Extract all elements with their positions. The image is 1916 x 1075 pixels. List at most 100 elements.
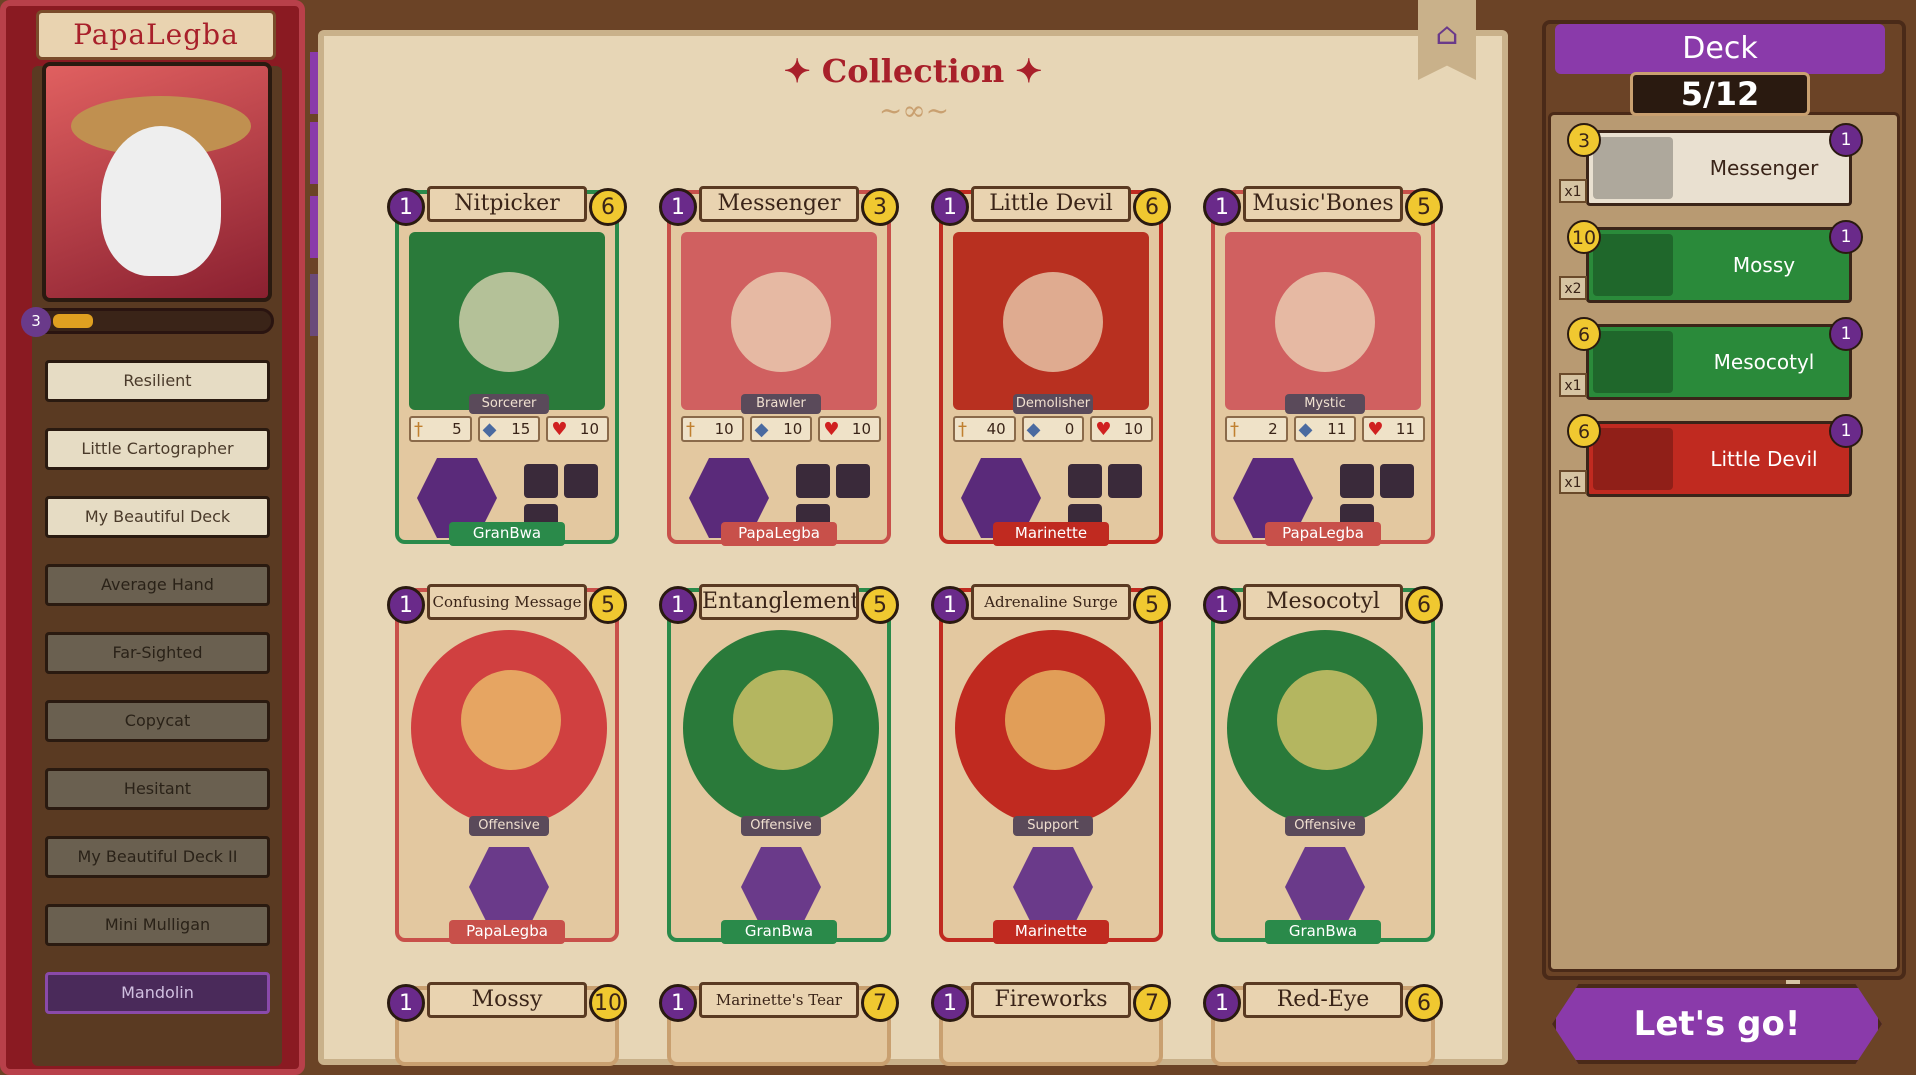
- card-level-badge: 10: [589, 984, 627, 1022]
- card-cost-badge: 1: [1203, 188, 1241, 226]
- card-owner: GranBwa: [1265, 920, 1381, 944]
- card-name: Confusing Message: [427, 584, 587, 620]
- collection-card[interactable]: Messenger 1 3 Brawler † 10 ◆ 10 ♥ 10 PapaLegba: [659, 186, 899, 546]
- player-portrait: [42, 62, 272, 302]
- sword-icon: †: [958, 419, 967, 440]
- collection-card[interactable]: Red-Eye 1 6: [1203, 982, 1443, 1066]
- deck-entry-level: 1: [1829, 317, 1863, 351]
- card-cost-badge: 1: [387, 586, 425, 624]
- card-art: [409, 232, 605, 410]
- card-name: Adrenaline Surge: [971, 584, 1131, 620]
- card-art: [1227, 630, 1423, 826]
- deck-preset-button[interactable]: My Beautiful Deck: [45, 496, 270, 538]
- deck-preset-button[interactable]: Average Hand: [45, 564, 270, 606]
- collection-card[interactable]: Marinette's Tear 1 7: [659, 982, 899, 1066]
- collection-card[interactable]: Nitpicker 1 6 Sorcerer † 5 ◆ 15 ♥ 10 GranBwa: [387, 186, 627, 546]
- card-owner: Marinette: [993, 920, 1109, 944]
- deck-entry[interactable]: Messenger 3 1 x1: [1559, 123, 1863, 206]
- sword-icon: †: [414, 419, 423, 440]
- collection-card[interactable]: Mesocotyl 1 6 Offensive GranBwa: [1203, 584, 1443, 944]
- card-name: Marinette's Tear: [699, 982, 859, 1018]
- deck-entry-quantity: x1: [1559, 470, 1587, 494]
- deck-preset-button[interactable]: Copycat: [45, 700, 270, 742]
- deck-entry-level: 1: [1829, 123, 1863, 157]
- deck-entry-quantity: x1: [1559, 373, 1587, 397]
- card-art: [953, 232, 1149, 410]
- card-class: Offensive: [741, 816, 821, 836]
- deck-entry[interactable]: Little Devil 6 1 x1: [1559, 414, 1863, 497]
- card-owner: PapaLegba: [449, 920, 565, 944]
- shield-icon: ◆: [1026, 419, 1041, 440]
- deck-preset-button[interactable]: Mini Mulligan: [45, 904, 270, 946]
- card-stats: † 40 ◆ 0 ♥ 10: [953, 416, 1154, 446]
- card-level-badge: 7: [861, 984, 899, 1022]
- card-name: Mossy: [427, 982, 587, 1018]
- deck-count: 5/12: [1630, 72, 1810, 116]
- card-class: Brawler: [741, 394, 821, 414]
- card-name: Nitpicker: [427, 186, 587, 222]
- card-art: [683, 630, 879, 826]
- skill-slot: [1108, 464, 1142, 498]
- attack-stat: † 10: [681, 416, 744, 442]
- sword-icon: †: [1230, 419, 1239, 440]
- collection-card[interactable]: Fireworks 1 7: [931, 982, 1171, 1066]
- card-level-badge: 7: [1133, 984, 1171, 1022]
- card-level-badge: 5: [589, 586, 627, 624]
- deck-preset-button[interactable]: My Beautiful Deck II: [45, 836, 270, 878]
- deck-entry-level: 1: [1829, 414, 1863, 448]
- card-cost-badge: 1: [931, 188, 969, 226]
- collection-card[interactable]: Entanglement 1 5 Offensive GranBwa: [659, 584, 899, 944]
- armor-stat: ◆ 10: [749, 416, 813, 442]
- attack-stat: † 5: [409, 416, 472, 442]
- deck-entry-name: Little Devil: [1710, 447, 1818, 471]
- card-cost-badge: 1: [659, 586, 697, 624]
- card-cost-badge: 1: [1203, 586, 1241, 624]
- card-name: Red-Eye: [1243, 982, 1403, 1018]
- collection-card[interactable]: Music'Bones 1 5 Mystic † 2 ◆ 11 ♥ 11 PapaLegba: [1203, 186, 1443, 546]
- deck-entry-name: Mesocotyl: [1713, 350, 1815, 374]
- collection-card[interactable]: Mossy 1 10: [387, 982, 627, 1066]
- lets-go-button[interactable]: Let's go!: [1552, 984, 1882, 1064]
- card-cost-badge: 1: [931, 586, 969, 624]
- collection-card[interactable]: Confusing Message 1 5 Offensive PapaLegba: [387, 584, 627, 944]
- collection-card[interactable]: Little Devil 1 6 Demolisher † 40 ◆ 0 ♥ 10 Mari…: [931, 186, 1171, 546]
- deck-entry[interactable]: Mesocotyl 6 1 x1: [1559, 317, 1863, 400]
- spell-hex-icon: [1013, 847, 1093, 927]
- deck-preset-button[interactable]: Mandolin: [45, 972, 270, 1014]
- deck-entry-cost: 3: [1567, 123, 1601, 157]
- spell-hex-icon: [469, 847, 549, 927]
- card-level-badge: 3: [861, 188, 899, 226]
- card-name: Music'Bones: [1243, 186, 1403, 222]
- collection-title: ✦ Collection ✦: [783, 52, 1043, 90]
- card-level-badge: 6: [1405, 586, 1443, 624]
- spell-hex-icon: [1285, 847, 1365, 927]
- player-level-badge: 3: [21, 307, 51, 337]
- deck-entry-quantity: x1: [1559, 179, 1587, 203]
- deck-entry-level: 1: [1829, 220, 1863, 254]
- player-name: PapaLegba: [36, 10, 276, 60]
- health-stat: ♥ 11: [1362, 416, 1426, 442]
- deck-entry[interactable]: Mossy 10 1 x2: [1559, 220, 1863, 303]
- card-class: Demolisher: [1013, 394, 1093, 414]
- card-cost-badge: 1: [659, 984, 697, 1022]
- heart-icon: ♥: [551, 419, 568, 440]
- skill-slot: [796, 464, 830, 498]
- deck-preset-button[interactable]: Hesitant: [45, 768, 270, 810]
- deck-preset-button[interactable]: Far-Sighted: [45, 632, 270, 674]
- card-level-badge: 5: [1133, 586, 1171, 624]
- card-stats: † 5 ◆ 15 ♥ 10: [409, 416, 610, 446]
- collection-card[interactable]: Adrenaline Surge 1 5 Support Marinette: [931, 584, 1171, 944]
- shield-icon: ◆: [1298, 419, 1313, 440]
- deck-preset-button[interactable]: Resilient: [45, 360, 270, 402]
- card-owner: GranBwa: [449, 522, 565, 546]
- card-stats: † 10 ◆ 10 ♥ 10: [681, 416, 882, 446]
- skill-slot: [524, 464, 558, 498]
- deck-preset-button[interactable]: Little Cartographer: [45, 428, 270, 470]
- heart-icon: ♥: [1095, 419, 1112, 440]
- health-stat: ♥ 10: [818, 416, 882, 442]
- deck-entry-thumbnail: [1593, 331, 1673, 393]
- card-name: Messenger: [699, 186, 859, 222]
- skill-slot: [1380, 464, 1414, 498]
- card-owner: GranBwa: [721, 920, 837, 944]
- armor-stat: ◆ 11: [1293, 416, 1357, 442]
